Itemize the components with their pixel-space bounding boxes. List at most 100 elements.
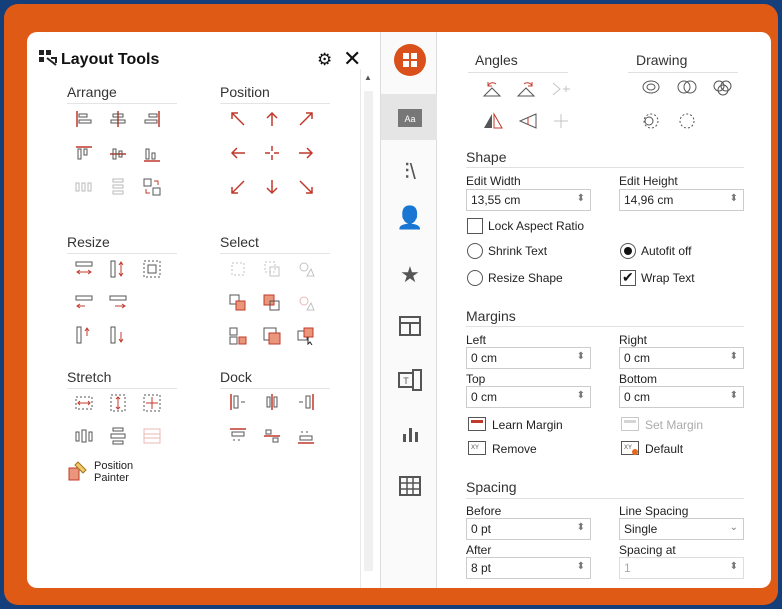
resize-height-icon[interactable]: [109, 260, 127, 278]
align-right-icon[interactable]: [143, 110, 161, 128]
pane-scrollbar[interactable]: ▲: [360, 69, 376, 588]
scroll-thumb[interactable]: [364, 91, 373, 571]
remove-margin-icon[interactable]: XY: [468, 441, 486, 455]
spinner-icon[interactable]: ⬍: [577, 561, 585, 572]
spinner-icon[interactable]: ⬍: [577, 193, 585, 204]
position-painter-icon[interactable]: [68, 460, 90, 482]
slide-layout-icon[interactable]: Aa: [394, 102, 426, 134]
close-icon[interactable]: ✕: [343, 46, 361, 72]
chevron-down-icon[interactable]: ⌄: [730, 522, 738, 533]
select-by-cursor-icon[interactable]: [297, 327, 315, 345]
after-field[interactable]: 8 pt ⬍: [466, 557, 591, 579]
office-logo-icon[interactable]: [394, 44, 426, 76]
top-margin-field[interactable]: 0 cm ⬍: [466, 386, 591, 408]
move-bottom-icon[interactable]: [263, 178, 281, 196]
edit-width-field[interactable]: 13,55 cm ⬍: [466, 189, 591, 211]
spinner-icon[interactable]: ⬍: [577, 351, 585, 362]
distribute-vertical-icon[interactable]: [109, 178, 127, 196]
grid-table-icon[interactable]: [394, 470, 426, 502]
stretch-table-icon[interactable]: [143, 427, 161, 445]
move-left-icon[interactable]: [229, 144, 247, 162]
move-top-right-icon[interactable]: [297, 110, 315, 128]
resize-height-larger-icon[interactable]: [109, 326, 127, 344]
rotate-free-icon[interactable]: [550, 80, 572, 98]
stretch-horizontal-icon[interactable]: [75, 394, 93, 412]
spinner-icon[interactable]: ⬍: [730, 351, 738, 362]
draw-ellipse-icon[interactable]: [640, 78, 662, 96]
draw-dashed-circle-icon[interactable]: [640, 112, 662, 130]
rotate-right-icon[interactable]: [516, 80, 538, 98]
flip-vertical-icon[interactable]: [516, 112, 538, 130]
autofit-off-radio[interactable]: [620, 243, 636, 259]
draw-dotted-circle-icon[interactable]: [676, 112, 698, 130]
swap-shapes-icon[interactable]: [143, 178, 161, 196]
stretch-left-right-icon[interactable]: [75, 427, 93, 445]
rotate-left-icon[interactable]: [482, 80, 504, 98]
contacts-icon[interactable]: 👤: [394, 202, 426, 234]
line-spacing-select[interactable]: Single ⌄: [619, 518, 744, 540]
set-margin-button[interactable]: Set Margin: [645, 418, 703, 432]
table-layout-icon[interactable]: [394, 310, 426, 342]
select-layer-icon[interactable]: [263, 327, 281, 345]
stretch-both-icon[interactable]: [143, 394, 161, 412]
gear-icon[interactable]: ⚙: [317, 50, 332, 70]
default-margin-icon[interactable]: XY: [621, 441, 639, 455]
star-icon[interactable]: ★: [394, 259, 426, 291]
select-same-size-icon[interactable]: [263, 260, 281, 278]
dock-top-icon[interactable]: [229, 427, 247, 445]
align-top-icon[interactable]: [75, 145, 93, 163]
library-icon[interactable]: ⫶\: [394, 156, 426, 188]
move-bottom-left-icon[interactable]: [229, 178, 247, 196]
spinner-icon[interactable]: ⬍: [730, 390, 738, 401]
right-margin-field[interactable]: 0 cm ⬍: [619, 347, 744, 369]
resize-width-icon[interactable]: [75, 260, 93, 278]
bottom-margin-field[interactable]: 0 cm ⬍: [619, 386, 744, 408]
move-right-icon[interactable]: [297, 144, 315, 162]
move-top-icon[interactable]: [263, 110, 281, 128]
resize-height-smaller-icon[interactable]: [75, 326, 93, 344]
move-center-icon[interactable]: [263, 144, 281, 162]
resize-both-icon[interactable]: [143, 260, 161, 278]
resize-shape-radio[interactable]: [467, 270, 483, 286]
align-bottom-icon[interactable]: [143, 145, 161, 163]
spinner-icon[interactable]: ⬍: [577, 522, 585, 533]
resize-width-smaller-icon[interactable]: [75, 294, 93, 312]
set-margin-icon[interactable]: [621, 417, 639, 431]
spacing-at-field[interactable]: 1 ⬍: [619, 557, 744, 579]
stretch-vertical-icon[interactable]: [109, 394, 127, 412]
draw-rings-icon[interactable]: [676, 78, 698, 96]
move-bottom-right-icon[interactable]: [297, 178, 315, 196]
select-same-color-icon[interactable]: [229, 294, 247, 312]
remove-button[interactable]: Remove: [492, 442, 537, 456]
align-middle-icon[interactable]: [109, 145, 127, 163]
distribute-horizontal-icon[interactable]: [75, 178, 93, 196]
bar-chart-icon[interactable]: [394, 418, 426, 450]
position-painter-button[interactable]: Position Painter: [94, 460, 133, 484]
select-same-shape-icon[interactable]: [297, 294, 315, 312]
align-center-icon[interactable]: [109, 110, 127, 128]
resize-width-larger-icon[interactable]: [109, 294, 127, 312]
before-field[interactable]: 0 pt ⬍: [466, 518, 591, 540]
dock-center-icon[interactable]: [263, 393, 281, 411]
select-same-fill-icon[interactable]: [263, 294, 281, 312]
lock-aspect-ratio-checkbox[interactable]: [467, 218, 483, 234]
learn-margin-icon[interactable]: [468, 417, 486, 431]
edit-height-field[interactable]: 14,96 cm ⬍: [619, 189, 744, 211]
spinner-icon[interactable]: ⬍: [730, 561, 738, 572]
default-button[interactable]: Default: [645, 442, 683, 456]
select-similar-icon[interactable]: [229, 260, 247, 278]
rotate-axis-icon[interactable]: [550, 112, 572, 130]
left-margin-field[interactable]: 0 cm ⬍: [466, 347, 591, 369]
select-group-icon[interactable]: [229, 327, 247, 345]
spinner-icon[interactable]: ⬍: [730, 193, 738, 204]
select-shapes-icon[interactable]: [297, 260, 315, 278]
learn-margin-button[interactable]: Learn Margin: [492, 418, 563, 432]
flip-horizontal-icon[interactable]: [482, 112, 504, 130]
align-left-icon[interactable]: [75, 110, 93, 128]
draw-loops-icon[interactable]: [712, 78, 734, 96]
shrink-text-radio[interactable]: [467, 243, 483, 259]
stretch-top-bottom-icon[interactable]: [109, 427, 127, 445]
scroll-up-icon[interactable]: ▲: [364, 73, 372, 82]
dock-middle-icon[interactable]: [263, 427, 281, 445]
move-top-left-icon[interactable]: [229, 110, 247, 128]
